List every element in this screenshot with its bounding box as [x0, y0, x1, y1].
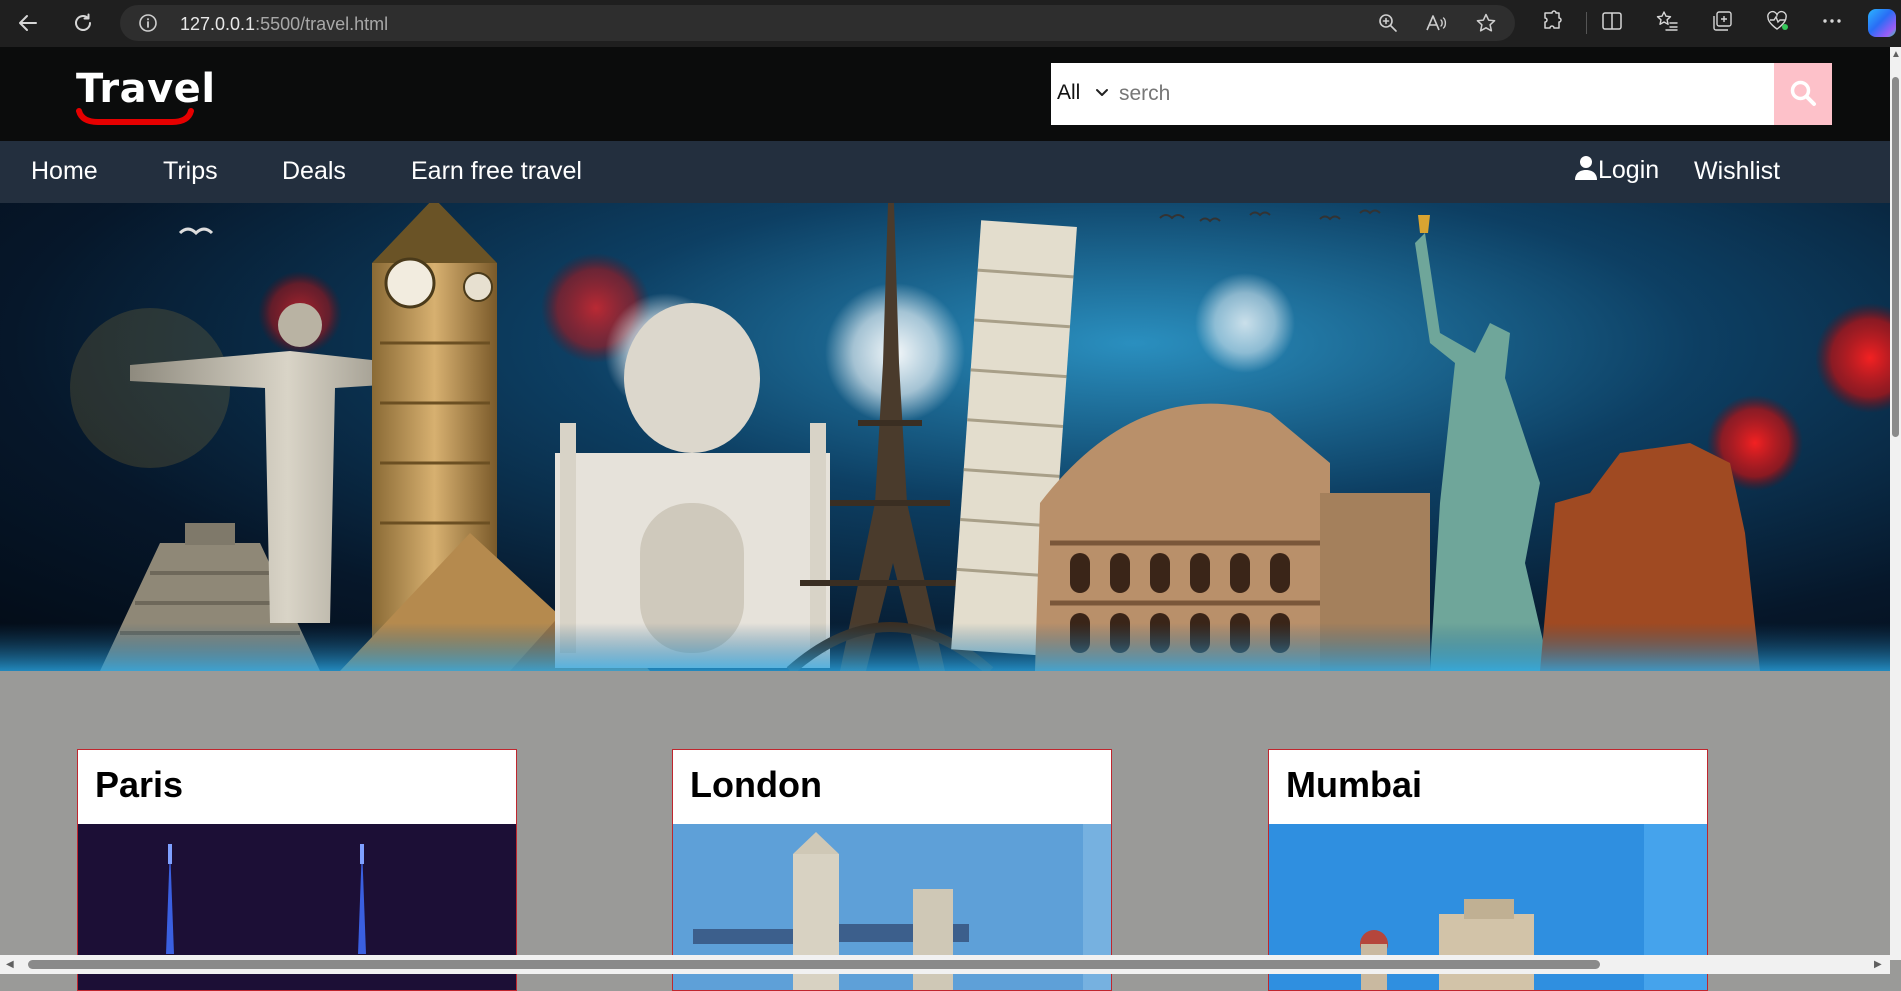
horizontal-scroll-thumb[interactable]: [28, 960, 1600, 969]
browser-toolbar: 127.0.0.1:5500/travel.html: [0, 0, 1901, 47]
login-label: Login: [1598, 156, 1660, 184]
url-path: :5500/travel.html: [255, 14, 389, 34]
copilot-icon[interactable]: [1868, 9, 1896, 37]
card-title: London: [690, 764, 822, 805]
info-icon[interactable]: [138, 13, 158, 38]
nav-home[interactable]: Home: [31, 157, 98, 186]
address-bar[interactable]: 127.0.0.1:5500/travel.html: [120, 5, 1515, 41]
hero-banner: [0, 203, 1890, 671]
site-header: Travel All: [0, 47, 1890, 141]
more-icon[interactable]: [1820, 9, 1844, 38]
search-category-select[interactable]: All: [1057, 81, 1080, 105]
logo[interactable]: Travel: [76, 66, 216, 125]
browser-essentials-icon[interactable]: [1765, 9, 1791, 38]
logo-text: Travel: [76, 66, 216, 112]
extensions-icon[interactable]: [1540, 9, 1564, 38]
user-icon: [1574, 155, 1598, 186]
scroll-right-icon[interactable]: ▶: [1874, 959, 1882, 970]
favorite-star-icon[interactable]: [1475, 12, 1497, 39]
scroll-up-icon[interactable]: ▲: [1891, 49, 1901, 60]
favorites-icon[interactable]: [1655, 9, 1679, 38]
world-landmarks-collage: [0, 203, 1890, 671]
url-host: 127.0.0.1: [180, 14, 256, 34]
logo-underline: [76, 108, 194, 125]
chevron-down-icon[interactable]: [1095, 85, 1109, 104]
search-icon: [1788, 78, 1818, 111]
nav-deals[interactable]: Deals: [282, 157, 346, 186]
card-title: Mumbai: [1286, 764, 1423, 805]
nav-wishlist[interactable]: Wishlist: [1694, 157, 1780, 186]
main-nav: Home Trips Deals Earn free travel Login …: [0, 141, 1890, 203]
read-aloud-icon[interactable]: [1425, 12, 1449, 39]
collections-icon[interactable]: [1710, 9, 1734, 38]
search-bar: All: [1051, 63, 1832, 125]
scroll-left-icon[interactable]: ◀: [6, 959, 14, 970]
nav-trips[interactable]: Trips: [163, 157, 218, 186]
vertical-scroll-thumb[interactable]: [1892, 77, 1899, 437]
back-icon[interactable]: [14, 9, 42, 37]
horizontal-scrollbar[interactable]: ◀ ▶: [0, 955, 1890, 974]
search-input[interactable]: [1117, 75, 1761, 113]
search-button[interactable]: [1774, 63, 1832, 125]
zoom-icon[interactable]: [1377, 12, 1399, 39]
nav-earn-free-travel[interactable]: Earn free travel: [411, 157, 582, 186]
address-url[interactable]: 127.0.0.1:5500/travel.html: [180, 14, 388, 35]
login-link[interactable]: Login: [1574, 155, 1659, 186]
refresh-icon[interactable]: [69, 9, 97, 37]
split-screen-icon[interactable]: [1600, 9, 1624, 38]
vertical-scrollbar[interactable]: ▲: [1890, 47, 1901, 960]
card-title: Paris: [95, 764, 184, 805]
toolbar-divider: [1586, 12, 1587, 34]
